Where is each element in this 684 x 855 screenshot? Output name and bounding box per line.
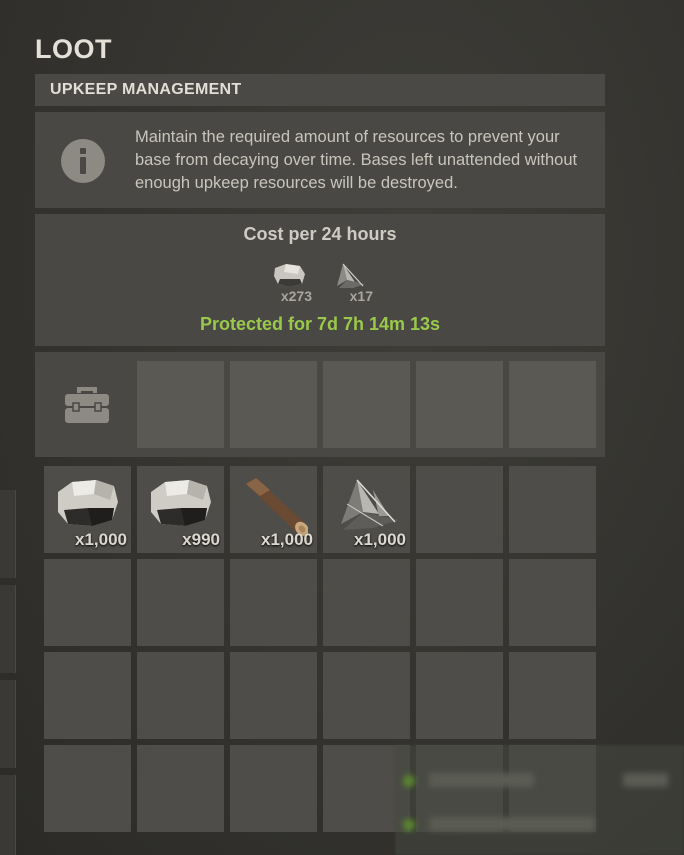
upkeep-info-panel: Maintain the required amount of resource… (35, 112, 605, 208)
inventory-slot[interactable] (509, 559, 596, 646)
inventory-slot[interactable]: x1,000 (323, 466, 410, 553)
toolbox-panel (35, 352, 605, 457)
cost-item-metal-fragments[interactable]: x17 (333, 262, 373, 306)
upkeep-info-text: Maintain the required amount of resource… (135, 128, 578, 192)
stone-icon (151, 480, 211, 526)
inventory-slot[interactable] (137, 745, 224, 832)
metal-fragments-icon (341, 479, 399, 530)
inventory-slot[interactable] (323, 652, 410, 739)
toolbox-slot[interactable] (509, 361, 596, 448)
inventory-slot[interactable] (137, 559, 224, 646)
item-quantity: x990 (182, 530, 220, 549)
metal-fragments-icon (337, 263, 365, 288)
item-quantity: x1,000 (261, 530, 313, 549)
inventory-slot[interactable] (509, 466, 596, 553)
toolbox-slot[interactable] (230, 361, 317, 448)
upkeep-header-label: UPKEEP MANAGEMENT (50, 81, 242, 98)
inventory-slot[interactable] (323, 559, 410, 646)
blurred-overlay (395, 745, 684, 855)
inventory-slot[interactable]: x990 (137, 466, 224, 553)
upkeep-header: UPKEEP MANAGEMENT (35, 74, 605, 106)
cost-item-qty: x273 (280, 288, 312, 304)
inventory-slot[interactable] (416, 559, 503, 646)
wood-icon (246, 478, 308, 536)
toolbox-slot[interactable] (323, 361, 410, 448)
loot-title: LOOT (35, 34, 112, 64)
inventory-slot[interactable] (509, 652, 596, 739)
left-panel-edge (0, 490, 16, 855)
stone-icon (274, 264, 305, 287)
inventory-slot[interactable] (230, 745, 317, 832)
cost-title: Cost per 24 hours (243, 224, 397, 244)
item-quantity: x1,000 (75, 530, 127, 549)
toolbox-slot[interactable] (416, 361, 503, 448)
inventory-slot[interactable] (44, 559, 131, 646)
stone-icon (58, 480, 118, 526)
inventory-slot[interactable] (416, 466, 503, 553)
info-icon (61, 139, 105, 183)
upkeep-cost-panel: Cost per 24 hours x273 x17 Protected for… (35, 214, 605, 346)
item-quantity: x1,000 (354, 530, 406, 549)
protected-time: Protected for 7d 7h 14m 13s (199, 314, 441, 334)
inventory-slot[interactable] (44, 652, 131, 739)
toolbox-icon (65, 387, 109, 423)
inventory-slot[interactable] (230, 652, 317, 739)
inventory-slot[interactable] (416, 652, 503, 739)
inventory-slot[interactable]: x1,000 (230, 466, 317, 553)
inventory-slot[interactable] (230, 559, 317, 646)
inventory-slot[interactable]: x1,000 (44, 466, 131, 553)
toolbox-slot[interactable] (137, 361, 224, 448)
cost-item-qty: x17 (349, 288, 373, 304)
cost-item-stone[interactable]: x273 (272, 262, 312, 306)
inventory-slot[interactable] (44, 745, 131, 832)
inventory-slot[interactable] (137, 652, 224, 739)
